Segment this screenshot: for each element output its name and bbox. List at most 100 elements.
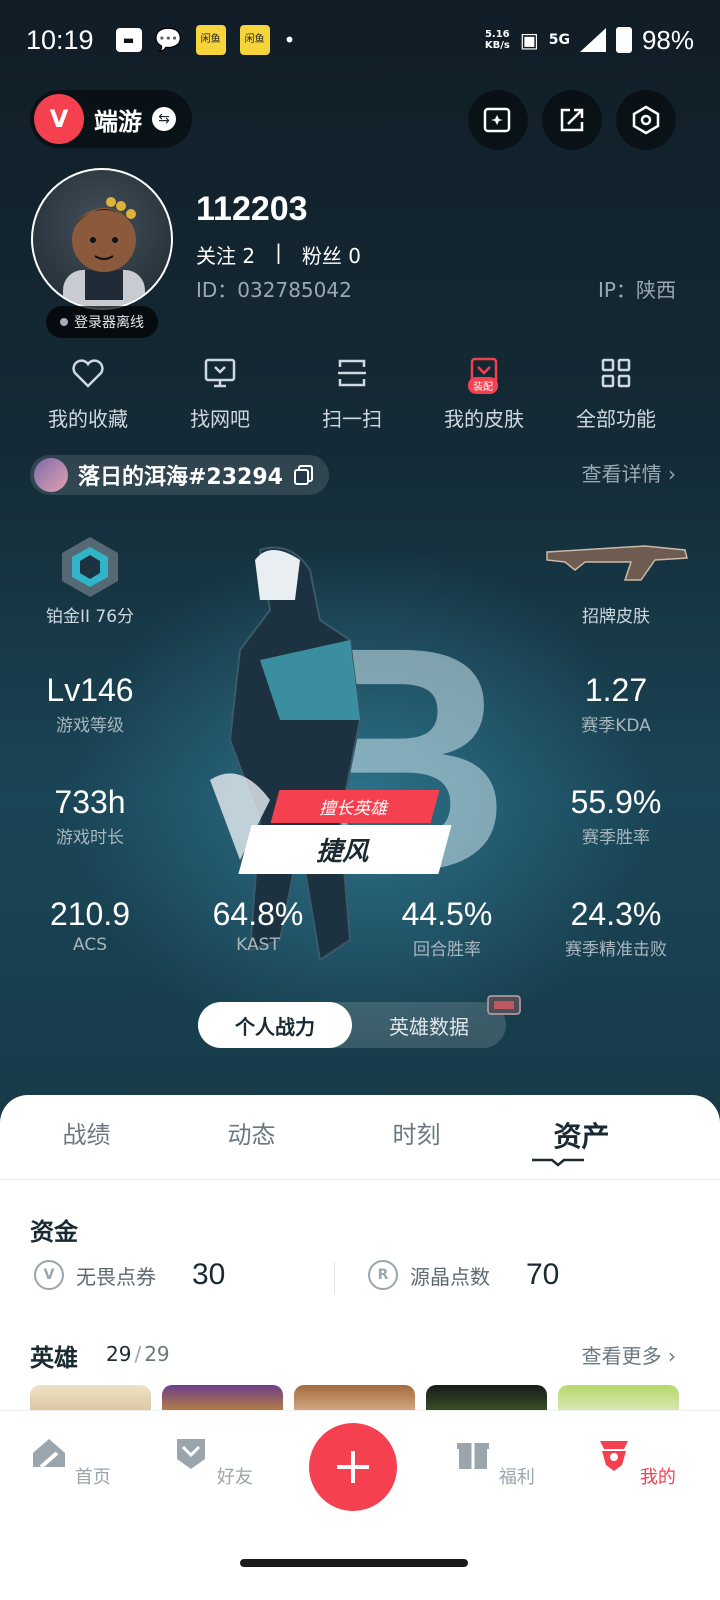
launcher-status-text: 登录器离线 bbox=[74, 315, 144, 331]
ip-location: IP：陕西 bbox=[598, 278, 676, 302]
rank-label: 铂金II 76分 bbox=[45, 607, 135, 627]
stat-level: Lv146 游戏等级 bbox=[10, 672, 170, 736]
game-switcher[interactable]: V 端游 ⇆ bbox=[30, 90, 192, 148]
valorant-points-value: 30 bbox=[192, 1258, 226, 1291]
edit-card-button[interactable] bbox=[468, 90, 528, 150]
best-hero-badge: 擅长英雄 捷风 bbox=[238, 790, 465, 874]
nav-profile[interactable]: 我的 bbox=[585, 1433, 685, 1489]
view-details-link[interactable]: 查看详情 › bbox=[582, 458, 676, 487]
bottom-nav: 首页 好友 福利 我的 bbox=[0, 1410, 720, 1600]
friends-icon bbox=[177, 1439, 206, 1469]
game-account-chip[interactable]: 落日的洱海#23294 bbox=[30, 455, 329, 495]
valorant-points-label: 无畏点券 bbox=[76, 1264, 156, 1289]
tab-active-indicator bbox=[532, 1158, 584, 1167]
profile-icon bbox=[600, 1441, 629, 1471]
battery-level: 98% bbox=[641, 24, 694, 55]
status-bar: 10:19 ▬ 💬 闲鱼 闲鱼 • 5.16 KB/s ▣ 5G 98% bbox=[0, 0, 720, 80]
player-card-avatar bbox=[34, 458, 68, 492]
heroes-total: 29 bbox=[144, 1342, 170, 1366]
nav-rewards[interactable]: 福利 bbox=[444, 1433, 544, 1489]
quick-find-cafe[interactable]: 找网吧 bbox=[154, 355, 286, 432]
nav-home-label: 首页 bbox=[74, 1467, 111, 1488]
view-details-label: 查看详情 bbox=[581, 462, 662, 486]
riot-id: 落日的洱海#23294 bbox=[78, 465, 283, 490]
avatar-character-icon bbox=[63, 197, 145, 308]
fans-label: 粉丝 bbox=[301, 244, 342, 268]
quick-scan[interactable]: 扫一扫 bbox=[286, 355, 418, 432]
fans-link[interactable]: 粉丝 0 bbox=[302, 240, 361, 269]
toggle-hero-data[interactable]: 英雄数据 bbox=[352, 1002, 506, 1048]
nav-home[interactable]: 首页 bbox=[20, 1433, 120, 1489]
signal-icon bbox=[579, 28, 606, 52]
home-indicator[interactable] bbox=[240, 1559, 468, 1567]
stat-kda-label: 赛季KDA bbox=[581, 716, 651, 736]
stat-playtime-label: 游戏时长 bbox=[56, 828, 124, 848]
stat-kast-value: 64.8% bbox=[212, 896, 304, 932]
xianyu-icon: 闲鱼 bbox=[195, 25, 226, 55]
user-id: ID：032785042 bbox=[196, 278, 352, 302]
settings-button[interactable] bbox=[616, 90, 676, 150]
heroes-owned: 29 bbox=[106, 1342, 132, 1366]
content-tabs: 战绩 动态 时刻 资产 bbox=[0, 1115, 720, 1155]
heroes-count: 29/29 bbox=[106, 1342, 170, 1366]
stat-acs-label: ACS bbox=[73, 935, 107, 955]
rank-emblem-icon bbox=[62, 537, 118, 597]
heroes-title: 英雄 bbox=[30, 1344, 78, 1372]
stat-round-winrate-value: 44.5% bbox=[401, 896, 493, 932]
stat-kast-label: KAST bbox=[236, 935, 280, 955]
stat-round-winrate: 44.5% 回合胜率 bbox=[367, 896, 527, 960]
radianite-points-label: 源晶点数 bbox=[410, 1264, 490, 1289]
view-more-link[interactable]: 查看更多 › bbox=[582, 1340, 676, 1369]
quick-actions: 我的收藏 找网吧 扫一扫 装配 我的皮肤 全部功能 bbox=[0, 355, 720, 432]
heart-icon bbox=[72, 359, 104, 388]
stat-round-winrate-label: 回合胜率 bbox=[413, 940, 481, 960]
following-count: 2 bbox=[242, 244, 256, 268]
following-label: 关注 bbox=[196, 244, 236, 268]
radianite-points-icon: R bbox=[368, 1260, 398, 1290]
tab-moments[interactable]: 时刻 bbox=[338, 1115, 495, 1155]
toggle-personal-power[interactable]: 个人战力 bbox=[198, 1002, 352, 1048]
edit-card-icon bbox=[483, 107, 511, 133]
create-post-button[interactable] bbox=[309, 1423, 397, 1511]
best-hero-name: 捷风 bbox=[238, 825, 452, 874]
quick-my-skins[interactable]: 装配 我的皮肤 bbox=[418, 355, 550, 432]
tab-assets[interactable]: 资产 bbox=[503, 1115, 660, 1155]
share-button[interactable] bbox=[542, 90, 602, 150]
valorant-logo-icon: V bbox=[34, 94, 84, 144]
sim-icon: ▣ bbox=[519, 28, 539, 52]
best-hero-tag: 擅长英雄 bbox=[270, 790, 440, 823]
message-icon: ▬ bbox=[115, 28, 142, 52]
chevron-right-icon: › bbox=[668, 462, 676, 486]
wechat-icon: 💬 bbox=[154, 27, 183, 53]
battery-icon bbox=[615, 27, 632, 53]
stat-season-winrate: 55.9% 赛季胜率 bbox=[536, 784, 696, 848]
quick-favorites[interactable]: 我的收藏 bbox=[22, 355, 154, 432]
avatar[interactable] bbox=[31, 168, 173, 310]
xianyu-icon-2: 闲鱼 bbox=[239, 25, 270, 55]
status-dot-icon bbox=[60, 318, 68, 326]
stat-headshot-value: 24.3% bbox=[570, 896, 662, 932]
nav-friends-label: 好友 bbox=[216, 1467, 253, 1488]
plus-icon bbox=[337, 1451, 369, 1483]
quick-all-features[interactable]: 全部功能 bbox=[550, 355, 682, 432]
grid-icon bbox=[601, 358, 631, 388]
stats-view-toggle: 个人战力 英雄数据 bbox=[198, 1002, 506, 1048]
stat-season-winrate-value: 55.9% bbox=[570, 784, 662, 820]
swap-icon: ⇆ bbox=[152, 107, 176, 131]
following-link[interactable]: 关注 2 bbox=[196, 240, 255, 269]
nav-friends[interactable]: 好友 bbox=[162, 1433, 262, 1489]
signature-skin-label: 招牌皮肤 bbox=[582, 607, 650, 627]
stat-season-winrate-label: 赛季胜率 bbox=[582, 828, 650, 848]
tabs-divider bbox=[0, 1179, 720, 1180]
tab-feed[interactable]: 动态 bbox=[173, 1115, 330, 1155]
valorant-points-icon: V bbox=[34, 1260, 64, 1290]
stat-level-value: Lv146 bbox=[46, 672, 134, 708]
funds-title: 资金 bbox=[30, 1218, 78, 1246]
funds-separator bbox=[334, 1262, 335, 1294]
copy-icon[interactable] bbox=[293, 464, 315, 486]
quick-my-skins-label: 我的皮肤 bbox=[444, 407, 524, 431]
tab-record[interactable]: 战绩 bbox=[8, 1115, 165, 1155]
stat-acs: 210.9 ACS bbox=[10, 896, 170, 955]
gift-icon bbox=[457, 1443, 490, 1469]
stat-level-label: 游戏等级 bbox=[56, 716, 124, 736]
